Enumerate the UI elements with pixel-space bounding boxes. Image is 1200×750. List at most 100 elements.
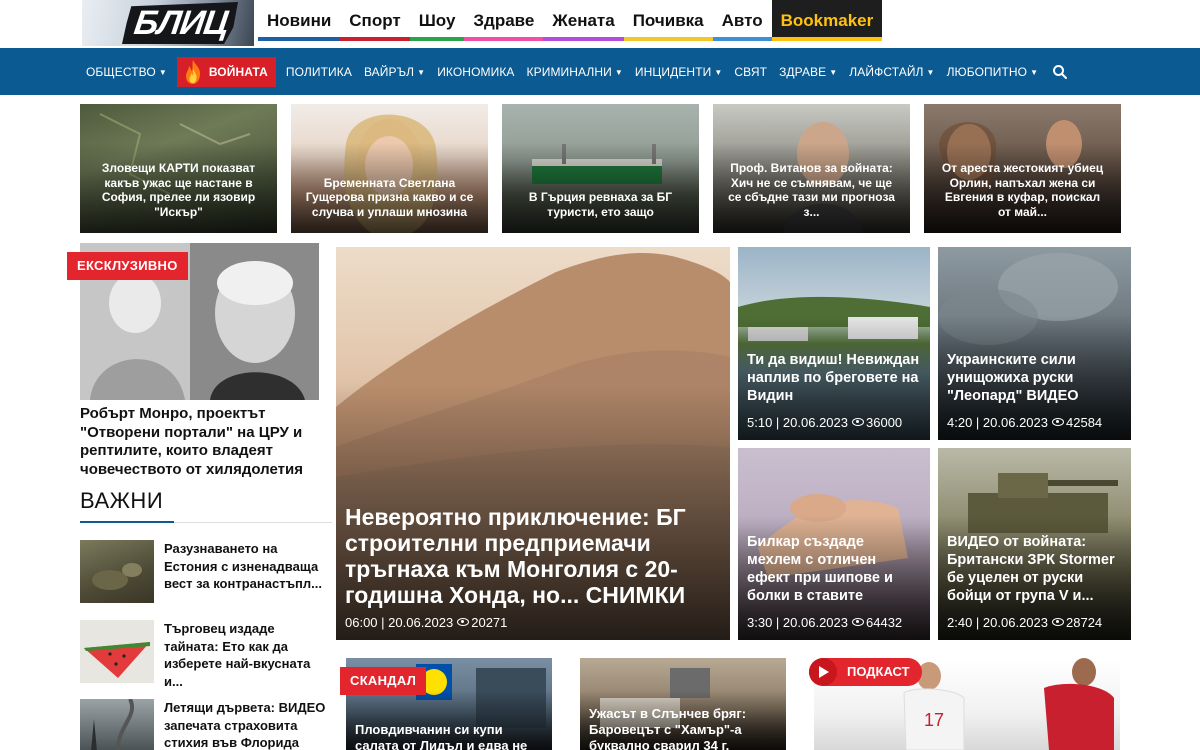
exclusive-headline[interactable]: Робърт Монро, проектът "Отворени портали…	[80, 405, 320, 479]
site-sections-nav: Новини Спорт Шоу Здраве Жената Почивка А…	[258, 0, 883, 41]
section-link-zhenata[interactable]: Жената	[543, 0, 624, 41]
eye-icon	[852, 418, 864, 426]
logo-text: БЛИЦ	[131, 4, 231, 42]
grid-story-title: Билкар създаде мехлем с отличен ефект пр…	[747, 534, 893, 604]
list-item-title: Летящи дървета: ВИДЕО запечата страховит…	[164, 700, 326, 750]
eye-icon	[1052, 418, 1064, 426]
chevron-down-icon: ▼	[614, 67, 623, 77]
podcast-label: ПОДКАСТ	[847, 664, 910, 679]
story-date: 20.06.2023	[782, 415, 848, 430]
nav-voynata[interactable]: Войната	[176, 56, 276, 87]
search-icon[interactable]	[1052, 64, 1068, 80]
section-link-avto[interactable]: Авто	[712, 0, 772, 41]
nav-obshtestvo[interactable]: Общество ▼	[80, 65, 173, 79]
story-date: 20.06.2023	[982, 415, 1048, 430]
nav-label: Инциденти	[634, 64, 712, 79]
story-time: 5:10	[747, 415, 773, 430]
category-nav: Общество ▼ Войната Политика Вайръл ▼ Иконо…	[0, 48, 1200, 95]
site-logo[interactable]: БЛИЦ	[82, 0, 254, 46]
section-link-show[interactable]: Шоу	[409, 0, 465, 41]
soldiers-image	[92, 563, 142, 590]
section-link-novini[interactable]: Новини	[258, 0, 341, 41]
section-divider-accent	[80, 521, 174, 523]
top-card[interactable]: От ареста жестокият убиец Орлин, напъхал…	[924, 104, 1121, 233]
top-card[interactable]: Бременната Светлана Гущерова призна какв…	[291, 104, 488, 233]
nav-ikonomika[interactable]: Икономика	[431, 65, 520, 79]
main-story[interactable]: Невероятно приключение: БГ строителни пр…	[336, 247, 730, 640]
grid-story-meta: 2:40 | 20.06.2023 28724	[947, 615, 1103, 630]
story-views: 42584	[1066, 415, 1103, 430]
story-shade	[938, 247, 1131, 440]
top-card[interactable]: В Гърция ревнаха за БГ туристи, ето защо	[502, 104, 699, 233]
bottom-story-title: Ужасът в Слънчев бряг: Баровецът с "Хамъ…	[589, 706, 747, 750]
nav-lyubopitno[interactable]: Любопитно ▼	[941, 65, 1045, 79]
grid-story[interactable]: Билкар създаде мехлем с отличен ефект пр…	[738, 448, 930, 640]
grid-story[interactable]: Украинските сили унищожиха руски "Леопар…	[938, 247, 1131, 440]
section-link-zdrave[interactable]: Здраве	[464, 0, 544, 41]
nav-label: Общество	[86, 64, 156, 79]
card-title: От ареста жестокият убиец Орлин, напъхал…	[941, 161, 1104, 219]
podcast-badge[interactable]: ПОДКАСТ	[809, 658, 922, 686]
nav-svyat[interactable]: Свят	[728, 65, 773, 79]
storm-image	[91, 699, 134, 750]
bottom-story-title: Пловдивчанин си купи салата от Лидъл и е…	[355, 722, 528, 750]
grid-story[interactable]: ВИДЕО от войната: Британски ЗРК Stormer …	[938, 448, 1131, 640]
scandal-badge: СКАНДАЛ	[340, 667, 427, 695]
section-link-bookmaker[interactable]: Bookmaker	[771, 0, 883, 41]
grid-story[interactable]: Ти да видиш! Невиждан наплив по бреговет…	[738, 247, 930, 440]
nav-label: Икономика	[437, 64, 515, 79]
chevron-down-icon: ▼	[417, 67, 426, 77]
list-item-title: Търговец издаде тайната: Ето как да избе…	[164, 621, 311, 689]
chevron-down-icon: ▼	[1030, 67, 1039, 77]
list-item-title: Разузнаването на Естония с изненадваща в…	[164, 541, 322, 591]
grid-story-meta: 3:30 | 20.06.2023 64432	[747, 615, 903, 630]
eye-icon	[457, 618, 470, 626]
story-time: 06:00	[345, 615, 378, 630]
story-date: 20.06.2023	[388, 615, 454, 630]
card-title: В Гърция ревнаха за БГ туристи, ето защо	[528, 190, 673, 219]
list-thumbnail	[80, 699, 154, 750]
grid-story-meta: 4:20 | 20.06.2023 42584	[947, 415, 1103, 430]
nav-politika[interactable]: Политика	[280, 65, 358, 79]
nav-label: Войната	[208, 64, 268, 79]
list-item[interactable]: Летящи дървета: ВИДЕО запечата страховит…	[80, 699, 332, 750]
chevron-down-icon: ▼	[158, 67, 167, 77]
play-icon	[809, 658, 837, 686]
nav-layfstayl[interactable]: Лайфстайл ▼	[843, 65, 940, 79]
nav-label: Политика	[285, 64, 352, 79]
story-date: 20.06.2023	[982, 615, 1048, 630]
main-story-title: Невероятно приключение: БГ строителни пр…	[345, 504, 686, 608]
section-link-pochivka[interactable]: Почивка	[623, 0, 713, 41]
section-link-sport[interactable]: Спорт	[340, 0, 410, 41]
story-shade	[738, 247, 930, 440]
story-time: 4:20	[947, 415, 973, 430]
chevron-down-icon: ▼	[829, 67, 838, 77]
nav-intsidenti[interactable]: Инциденти ▼	[629, 65, 728, 79]
eye-icon	[1052, 618, 1064, 626]
exclusive-badge: ЕКСКЛУЗИВНО	[67, 252, 188, 280]
card-title: Проф. Витанов за войната: Хич не се съмн…	[728, 161, 895, 219]
nav-label: Любопитно	[946, 64, 1028, 79]
grid-story-title: Ти да видиш! Невиждан наплив по бреговет…	[747, 352, 920, 404]
svg-text:17: 17	[924, 710, 944, 730]
important-heading: ВАЖНИ	[80, 488, 164, 513]
nav-kriminalni[interactable]: Криминални ▼	[521, 65, 629, 79]
eye-icon	[852, 618, 864, 626]
nav-vayral[interactable]: Вайръл ▼	[358, 65, 431, 79]
grid-story-title: ВИДЕО от войната: Британски ЗРК Stormer …	[947, 534, 1115, 604]
card-title: Зловещи КАРТИ показват какъв ужас ще нас…	[101, 161, 256, 219]
top-card[interactable]: Проф. Витанов за войната: Хич не се съмн…	[713, 104, 910, 233]
main-story-meta: 06:00 | 20.06.2023 20271	[345, 615, 508, 630]
card-title: Бременната Светлана Гущерова призна какв…	[305, 175, 474, 219]
list-item[interactable]: Търговец издаде тайната: Ето как да избе…	[80, 620, 332, 690]
top-card[interactable]: Зловещи КАРТИ показват какъв ужас ще нас…	[80, 104, 277, 233]
grid-story-meta: 5:10 | 20.06.2023 36000	[747, 415, 903, 430]
nav-label: Лайфстайл	[849, 64, 924, 79]
story-views: 36000	[866, 415, 903, 430]
story-views: 64432	[866, 615, 903, 630]
bottom-story[interactable]: Ужасът в Слънчев бряг: Баровецът с "Хамъ…	[580, 658, 786, 750]
list-item[interactable]: Разузнаването на Естония с изненадваща в…	[80, 540, 332, 610]
nav-label: Вайръл	[363, 64, 415, 79]
grid-story-title: Украинските сили унищожиха руски "Леопар…	[947, 352, 1079, 404]
nav-zdrave[interactable]: Здраве ▼	[773, 65, 843, 79]
